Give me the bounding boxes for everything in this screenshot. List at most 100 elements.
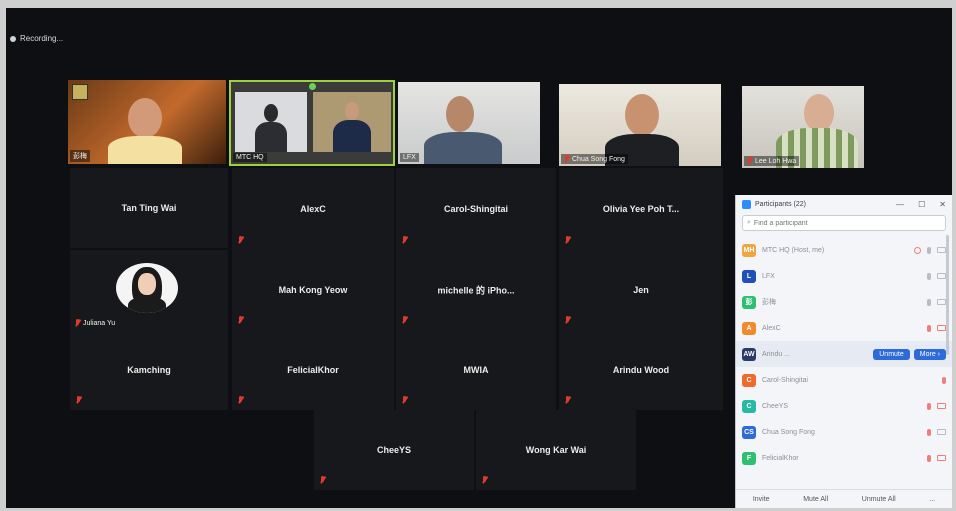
participant-avatar: L bbox=[742, 269, 756, 283]
avatar bbox=[116, 263, 178, 313]
active-speaker-icon bbox=[309, 83, 316, 90]
minimize-icon[interactable]: — bbox=[896, 200, 904, 209]
video-tile-5[interactable]: Lee Loh Hwa bbox=[742, 86, 864, 168]
participant-tile[interactable]: Arindu Wood bbox=[559, 330, 723, 410]
participant-avatar: C bbox=[742, 399, 756, 413]
participants-panel-title: Participants (22) bbox=[755, 200, 806, 208]
host-icon bbox=[914, 246, 921, 254]
participants-panel: Participants (22) — ☐ ✕ ⌕ MH MTC HQ (Hos… bbox=[735, 195, 952, 508]
participant-row-name: FelicialKhor bbox=[762, 454, 799, 462]
muted-mic-icon bbox=[565, 396, 570, 404]
muted-mic-icon[interactable] bbox=[927, 428, 931, 436]
participant-avatar: 彭 bbox=[742, 295, 756, 309]
participant-tile[interactable]: CheeYS bbox=[314, 410, 474, 490]
camera-off-icon[interactable] bbox=[937, 455, 946, 461]
muted-mic-icon bbox=[75, 319, 80, 327]
participant-row[interactable]: L LFX bbox=[736, 263, 952, 289]
participant-name: Mah Kong Yeow bbox=[278, 285, 348, 295]
muted-mic-icon bbox=[482, 476, 487, 484]
muted-mic-icon[interactable] bbox=[927, 454, 931, 462]
video-tile-2-active-speaker[interactable]: MTC HQ bbox=[229, 80, 395, 166]
participant-tile[interactable]: Juliana Yu bbox=[70, 250, 228, 330]
participant-row-hovered[interactable]: AW Arindu ... Unmute More › bbox=[736, 341, 952, 367]
participant-name: Arindu Wood bbox=[612, 365, 670, 375]
participant-row-name: Carol-Shingitai bbox=[762, 376, 808, 384]
video-tile-label: Juliana Yu bbox=[72, 318, 118, 328]
camera-off-icon[interactable] bbox=[937, 325, 946, 331]
invite-button[interactable]: Invite bbox=[753, 496, 770, 503]
maximize-icon[interactable]: ☐ bbox=[918, 200, 925, 209]
participant-row[interactable]: F FelicialKhor bbox=[736, 445, 952, 471]
video-tile-label: Chua Song Fong bbox=[561, 154, 628, 164]
more-options-button[interactable]: ... bbox=[929, 496, 935, 503]
participant-avatar: F bbox=[742, 451, 756, 465]
mic-icon[interactable] bbox=[927, 298, 931, 306]
participant-row-name: Arindu ... bbox=[762, 350, 791, 358]
participant-row-name: MTC HQ (Host, me) bbox=[762, 246, 825, 254]
participant-avatar: C bbox=[742, 373, 756, 387]
unmute-all-button[interactable]: Unmute All bbox=[862, 496, 896, 503]
camera-off-icon[interactable] bbox=[937, 403, 946, 409]
camera-icon[interactable] bbox=[937, 247, 946, 253]
unmute-button[interactable]: Unmute bbox=[873, 348, 910, 360]
mute-all-button[interactable]: Mute All bbox=[803, 496, 828, 503]
participant-row-name: AlexC bbox=[762, 324, 781, 332]
participant-row[interactable]: A AlexC bbox=[736, 315, 952, 341]
mic-icon[interactable] bbox=[927, 272, 931, 280]
participant-row-name: CheeYS bbox=[762, 402, 789, 410]
participant-tile[interactable]: Olivia Yee Poh T... bbox=[559, 168, 723, 250]
participant-tile[interactable]: Mah Kong Yeow bbox=[232, 250, 394, 330]
video-tile-label: Lee Loh Hwa bbox=[744, 156, 800, 166]
participant-name: FelicialKhor bbox=[287, 365, 339, 375]
video-tile-3[interactable]: LFX bbox=[398, 82, 540, 164]
participant-row-name: Chua Song Fong bbox=[762, 428, 815, 436]
participant-tile[interactable]: Tan Ting Wai bbox=[70, 168, 228, 248]
participant-search-field[interactable]: ⌕ bbox=[742, 215, 946, 231]
search-icon: ⌕ bbox=[747, 219, 751, 226]
participant-tile[interactable]: Kamching bbox=[70, 330, 228, 410]
video-tile-1[interactable]: 彭梅 bbox=[68, 80, 226, 164]
participant-tile[interactable]: AlexC bbox=[232, 168, 394, 250]
muted-mic-icon[interactable] bbox=[942, 376, 946, 384]
participant-tile[interactable]: michelle 的 iPho... bbox=[396, 250, 556, 330]
participant-avatar: AW bbox=[742, 347, 756, 361]
panel-scrollbar[interactable] bbox=[946, 235, 949, 355]
more-button[interactable]: More › bbox=[913, 348, 946, 360]
muted-mic-icon[interactable] bbox=[927, 402, 931, 410]
mic-icon[interactable] bbox=[927, 246, 931, 254]
participants-panel-header: Participants (22) — ☐ ✕ bbox=[736, 195, 952, 213]
muted-mic-icon[interactable] bbox=[927, 324, 931, 332]
close-icon[interactable]: ✕ bbox=[939, 200, 946, 209]
participant-tile[interactable]: FelicialKhor bbox=[232, 330, 394, 410]
participant-row-name: 彭梅 bbox=[762, 299, 776, 306]
participant-tile[interactable]: Jen bbox=[559, 250, 723, 330]
recording-label: Recording... bbox=[20, 34, 64, 43]
muted-mic-icon bbox=[747, 157, 752, 165]
participant-row[interactable]: C CheeYS bbox=[736, 393, 952, 419]
participant-row[interactable]: MH MTC HQ (Host, me) bbox=[736, 237, 952, 263]
participant-tile[interactable]: Wong Kar Wai bbox=[476, 410, 636, 490]
participant-name: CheeYS bbox=[376, 445, 411, 455]
camera-icon[interactable] bbox=[937, 273, 946, 279]
participant-search-input[interactable] bbox=[753, 219, 904, 227]
participant-row[interactable]: C Carol-Shingitai bbox=[736, 367, 952, 393]
video-tile-4[interactable]: Chua Song Fong bbox=[559, 84, 721, 166]
muted-mic-icon bbox=[76, 396, 81, 404]
participant-tile[interactable]: Carol-Shingitai bbox=[396, 168, 556, 250]
participant-row[interactable]: 彭 彭梅 bbox=[736, 289, 952, 315]
muted-mic-icon bbox=[402, 316, 407, 324]
muted-mic-icon bbox=[565, 316, 570, 324]
muted-mic-icon bbox=[320, 476, 325, 484]
camera-icon[interactable] bbox=[937, 299, 946, 305]
muted-mic-icon bbox=[402, 396, 407, 404]
recording-indicator: Recording... bbox=[10, 34, 63, 43]
participants-panel-footer: Invite Mute All Unmute All ... bbox=[736, 489, 952, 508]
participant-tile[interactable]: MWIA bbox=[396, 330, 556, 410]
video-tile-label: 彭梅 bbox=[70, 150, 90, 162]
participant-name: MWIA bbox=[463, 365, 489, 375]
participant-row[interactable]: CS Chua Song Fong bbox=[736, 419, 952, 445]
video-tile-label: LFX bbox=[400, 153, 419, 162]
muted-mic-icon bbox=[402, 236, 407, 244]
camera-icon[interactable] bbox=[937, 429, 946, 435]
participant-avatar: CS bbox=[742, 425, 756, 439]
